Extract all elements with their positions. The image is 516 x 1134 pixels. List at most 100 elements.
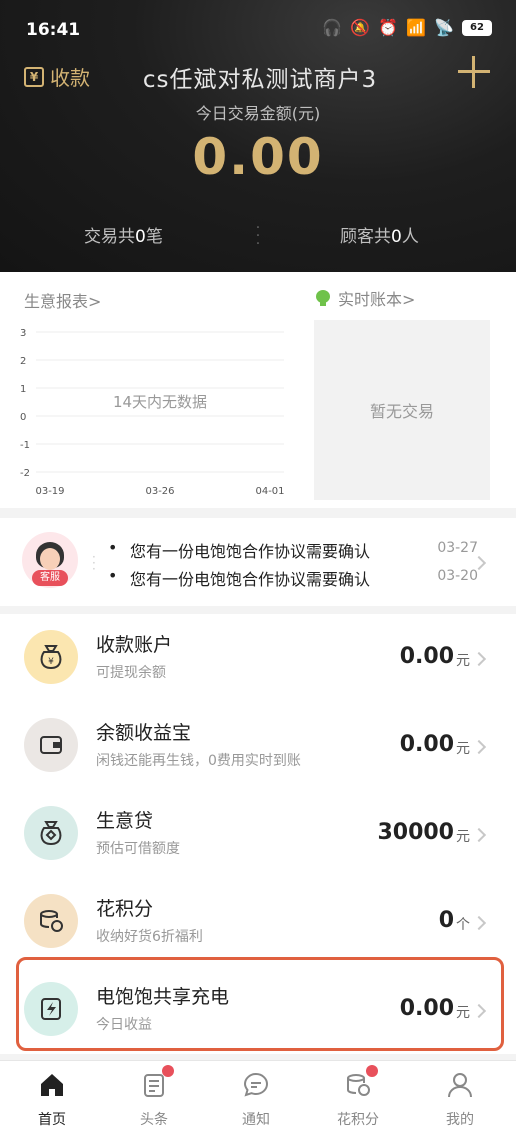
chart-no-data-label: 14天内无数据: [113, 393, 207, 411]
money-bag-icon: ¥: [24, 630, 78, 684]
business-report-link[interactable]: 生意报表>: [24, 288, 101, 312]
amount-label: 今日交易金额(元): [195, 104, 321, 123]
battery-icon: 62: [462, 19, 492, 36]
chart-y-tick: 3: [20, 328, 26, 339]
nav-points[interactable]: 花积分: [318, 1065, 398, 1131]
chevron-right-icon: [471, 739, 487, 755]
stats-row: 交易共0笔 · · · 顾客共0人: [0, 221, 516, 251]
nav-label: 头条: [140, 1112, 168, 1128]
mute-icon: 🔕: [350, 18, 371, 37]
chat-icon: [243, 1072, 269, 1097]
nav-label: 花积分: [337, 1112, 379, 1128]
charging-icon: [24, 982, 78, 1036]
headphone-icon: 🎧: [322, 18, 343, 37]
chart-y-tick: -2: [20, 468, 30, 479]
customer-service-avatar[interactable]: 客服: [22, 532, 78, 588]
home-icon: [41, 1074, 63, 1096]
amount-value: 0.00: [192, 128, 324, 186]
nav-label: 首页: [38, 1112, 66, 1128]
row-value: 0.00: [399, 732, 454, 757]
notice-text: 您有一份电饱饱合作协议需要确认: [130, 570, 371, 589]
add-icon[interactable]: [458, 56, 490, 88]
notice-card[interactable]: 客服 · · · • 您有一份电饱饱合作协议需要确认 03-27 • 您有一份电饱饱…: [0, 518, 516, 606]
row-unit: 元: [456, 1005, 470, 1021]
row-title: 收款账户: [96, 634, 173, 656]
wifi-icon: 📡: [434, 18, 454, 37]
alarm-icon: ⏰: [378, 18, 399, 37]
merchant-name: cs任斌对私测试商户3: [142, 67, 378, 93]
agent-face-icon: [40, 548, 60, 570]
list-item-collection-account[interactable]: ¥ 收款账户 可提现余额 0.00 元: [0, 614, 516, 702]
customer-service-label: 客服: [32, 570, 68, 586]
svg-text:¥: ¥: [48, 657, 54, 667]
row-value: 30000: [377, 820, 454, 845]
ledger-label: 实时账本>: [338, 290, 416, 309]
row-value: 0.00: [399, 996, 454, 1021]
customer-count: 顾客共0人: [340, 227, 419, 247]
nav-news[interactable]: 头条: [114, 1065, 194, 1131]
collect-button[interactable]: ¥ 收款: [24, 62, 90, 91]
row-title: 电饱饱共享充电: [96, 986, 230, 1008]
chart-x-tick: 03-19: [35, 486, 64, 497]
chevron-right-icon: [471, 915, 487, 931]
account-list: ¥ 收款账户 可提现余额 0.00 元 余额收益宝 闲钱还能再生钱，0费用实时到…: [0, 614, 516, 1054]
collect-icon: ¥: [24, 66, 44, 87]
row-title: 生意贷: [96, 810, 154, 832]
nav-label: 通知: [242, 1112, 270, 1128]
status-icons: 🎧 🔕 ⏰ 📶 📡 62: [322, 18, 492, 37]
nav-notifications[interactable]: 通知: [216, 1069, 296, 1131]
nav-profile[interactable]: 我的: [420, 1069, 500, 1131]
row-subtitle: 闲钱还能再生钱，0费用实时到账: [96, 753, 301, 769]
chevron-right-icon: [471, 827, 487, 843]
row-title: 余额收益宝: [96, 722, 192, 744]
bottom-nav: 首页 头条 通知 花积分 我的: [0, 1060, 516, 1134]
nav-label: 我的: [446, 1112, 474, 1128]
nav-home[interactable]: 首页: [12, 1069, 92, 1131]
ledger-empty-text: 暂无交易: [369, 402, 434, 421]
app-screen: 16:41 🎧 🔕 ⏰ 📶 📡 62 ¥ 收款 cs任斌对私测试商户3 今日交易…: [0, 0, 516, 1134]
loan-bag-icon: [24, 806, 78, 860]
ledger-empty-box: 暂无交易: [314, 320, 490, 500]
status-bar: 16:41 🎧 🔕 ⏰ 📶 📡 62: [0, 14, 516, 46]
report-card: 生意报表> 实时账本> 3 2 1 0 -1 -2 03-19 03-26 04-01 14天内无…: [0, 272, 516, 508]
news-badge: [162, 1065, 174, 1077]
row-subtitle: 可提现余额: [96, 665, 166, 681]
row-subtitle: 今日收益: [96, 1017, 152, 1033]
list-item-shared-charging[interactable]: 电饱饱共享充电 今日收益 0.00 元: [0, 966, 516, 1054]
realtime-ledger-link[interactable]: 实时账本>: [316, 286, 415, 310]
chart-y-tick: -1: [20, 440, 30, 451]
chart-y-tick: 0: [20, 412, 26, 423]
list-item-business-loan[interactable]: 生意贷 预估可借额度 30000 元: [0, 790, 516, 878]
list-item-points[interactable]: 花积分 收纳好货6折福利 0 个: [0, 878, 516, 966]
notice-date: 03-27: [437, 540, 478, 556]
trend-chart: 3 2 1 0 -1 -2 03-19 03-26 04-01 14天内无数据: [20, 328, 285, 497]
notice-divider: · · ·: [92, 550, 96, 576]
row-unit: 元: [456, 653, 470, 669]
row-subtitle: 预估可借额度: [96, 841, 180, 857]
transaction-count: 交易共0笔: [84, 227, 163, 247]
wallet-icon: [24, 718, 78, 772]
notice-item[interactable]: • 您有一份电饱饱合作协议需要确认 03-27: [108, 538, 478, 562]
row-unit: 元: [456, 741, 470, 757]
chevron-right-icon: [471, 1003, 487, 1019]
row-value: 0: [438, 908, 454, 933]
header-panel: 16:41 🎧 🔕 ⏰ 📶 📡 62 ¥ 收款 cs任斌对私测试商户3 今日交易…: [0, 0, 516, 272]
row-value: 0.00: [399, 644, 454, 669]
lightbulb-icon: [316, 290, 330, 306]
signal-icon: 📶: [406, 18, 427, 37]
notice-text: 您有一份电饱饱合作协议需要确认: [130, 542, 371, 561]
status-time: 16:41: [26, 20, 81, 40]
chart-x-tick: 04-01: [255, 486, 284, 497]
notice-date: 03-20: [437, 568, 478, 584]
row-unit: 元: [456, 829, 470, 845]
coins-icon: [24, 894, 78, 948]
points-badge: [366, 1065, 378, 1077]
chart-x-tick: 03-26: [145, 486, 174, 497]
row-title: 花积分: [96, 898, 154, 920]
notice-item[interactable]: • 您有一份电饱饱合作协议需要确认 03-20: [108, 566, 478, 590]
chart-y-tick: 1: [20, 384, 26, 395]
profile-icon: [448, 1073, 472, 1098]
list-item-balance-yield[interactable]: 余额收益宝 闲钱还能再生钱，0费用实时到账 0.00 元: [0, 702, 516, 790]
collect-label: 收款: [50, 66, 90, 90]
row-unit: 个: [456, 917, 470, 933]
